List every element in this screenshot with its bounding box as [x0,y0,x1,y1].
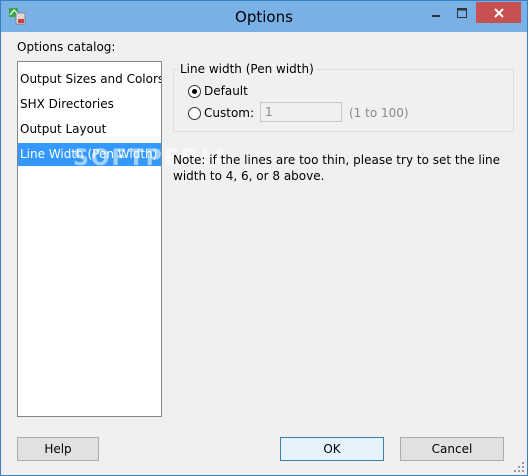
custom-radio-option[interactable]: Custom: [188,106,254,120]
custom-width-input[interactable]: 1 [260,102,342,122]
default-radio-label: Default [204,84,248,98]
maximize-icon [457,7,467,18]
line-width-groupbox [173,69,514,132]
maximize-button[interactable] [449,2,475,23]
catalog-item-shx-directories[interactable]: SHX Directories [18,93,161,116]
options-dialog: Options Options catalog: Output Sizes an… [0,0,528,476]
cancel-button[interactable]: Cancel [400,437,504,461]
custom-radio-label: Custom: [204,106,255,120]
close-button[interactable] [476,2,521,23]
title-bar[interactable]: Options [1,1,527,32]
close-icon [493,7,504,18]
resize-grip-icon[interactable] [513,461,525,473]
custom-radio-button[interactable] [188,106,201,120]
ok-button[interactable]: OK [280,437,384,461]
range-hint: (1 to 100) [349,106,409,120]
minimize-icon [432,14,440,17]
catalog-item-output-layout[interactable]: Output Layout [18,118,161,141]
options-catalog-list[interactable]: Output Sizes and Colors SHX Directories … [17,61,162,417]
catalog-item-label: Output Sizes and Colors [20,72,161,86]
minimize-button[interactable] [423,2,449,23]
catalog-item-label: SHX Directories [20,97,114,111]
default-radio-option[interactable]: Default [188,84,248,98]
catalog-item-output-sizes-colors[interactable]: Output Sizes and Colors [18,68,161,91]
catalog-label: Options catalog: [17,40,116,54]
line-width-group-title: Line width (Pen width) [178,62,316,76]
note-text: Note: if the lines are too thin, please … [173,153,501,183]
help-button[interactable]: Help [17,437,99,461]
catalog-item-label: Output Layout [20,122,107,136]
default-radio-button[interactable] [188,84,201,98]
